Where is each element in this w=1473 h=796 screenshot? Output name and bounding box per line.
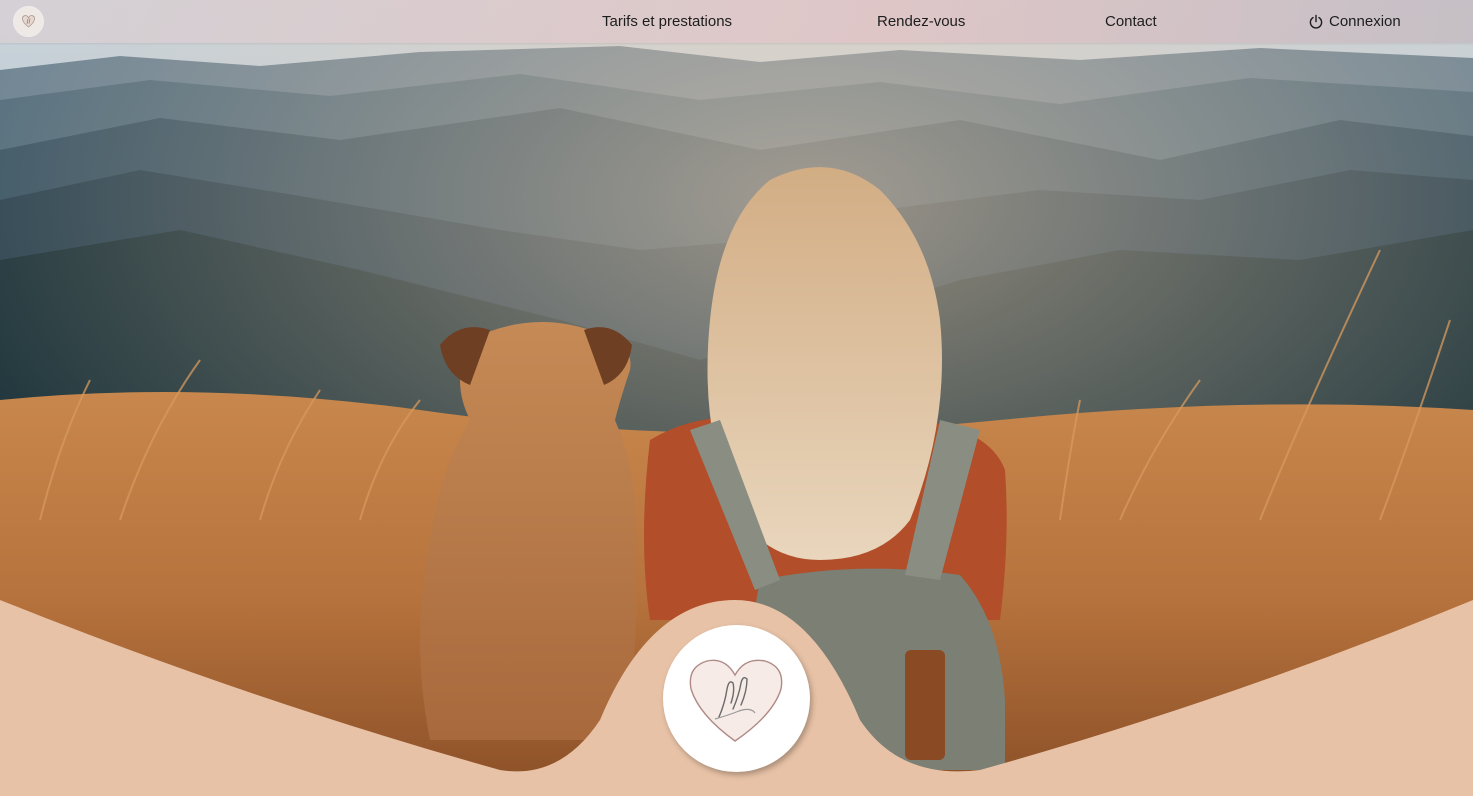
top-navbar: Tarifs et prestations Rendez-vous Contac… — [0, 0, 1473, 43]
home-logo[interactable] — [14, 7, 43, 36]
hero-section — [0, 0, 1473, 796]
nav-link-tarifs[interactable]: Tarifs et prestations — [602, 13, 732, 31]
heart-hands-logo-icon — [689, 659, 783, 742]
nav-link-rendez-vous[interactable]: Rendez-vous — [877, 13, 965, 31]
login-label: Connexion — [1329, 12, 1401, 30]
power-icon — [1309, 14, 1323, 29]
heart-hands-logo-icon — [22, 15, 35, 28]
login-button[interactable]: Connexion — [1308, 12, 1401, 31]
hero-badge — [663, 625, 810, 772]
nav-link-contact[interactable]: Contact — [1105, 13, 1157, 31]
